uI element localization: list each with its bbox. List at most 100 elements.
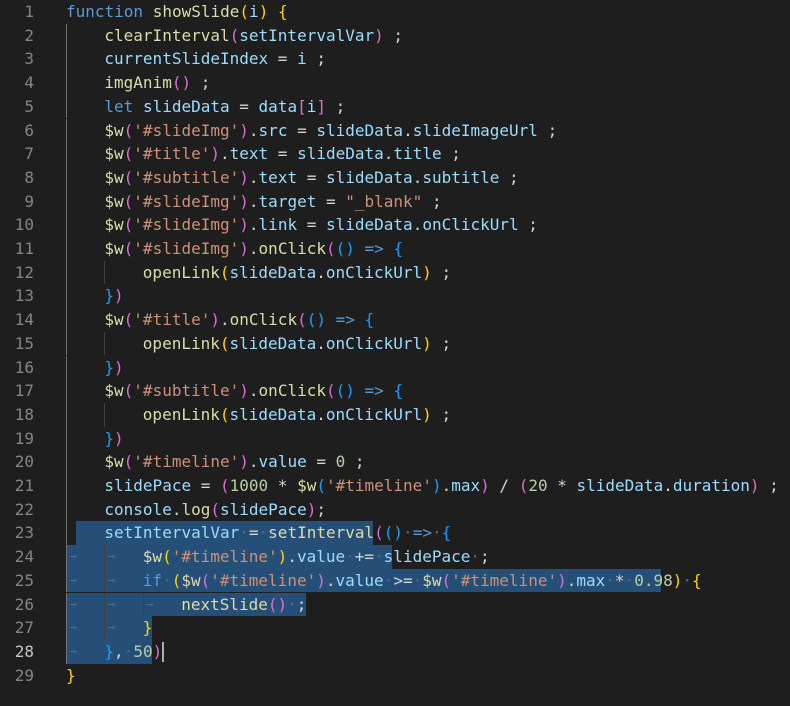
tab-whitespace-icon: →: [69, 572, 77, 588]
code-line[interactable]: 17 $w('#subtitle').onClick(() => {: [0, 379, 790, 403]
code-line[interactable]: 21 slidePace = (1000 * $w('#timeline').ma…: [0, 474, 790, 498]
code-line[interactable]: 5 let slideData = data[i] ;: [0, 94, 790, 119]
code-token: onClickUrl: [325, 262, 423, 282]
code-line[interactable]: 18 openLink(slideData.onClickUrl) ;: [0, 402, 790, 427]
code-token: ·: [682, 570, 693, 590]
code-line[interactable]: 12 openLink(slideData.onClickUrl) ;: [0, 260, 790, 285]
code-line[interactable]: 22 console.log(slidePace);: [0, 497, 790, 522]
code-text: openLink(slideData.onClickUrl) ;: [143, 332, 451, 356]
code-line[interactable]: 9 $w('#slideImg').target = "_blank" ;: [0, 189, 790, 214]
code-token: ·: [374, 547, 384, 567]
code-line[interactable]: 27 → →}: [0, 616, 790, 640]
code-token: slideData: [325, 215, 413, 235]
line-number: 20: [14, 452, 34, 472]
line-number: 5: [24, 96, 34, 116]
code-token: .: [248, 215, 259, 235]
code-token: ;: [759, 476, 779, 495]
code-line[interactable]: 16}): [0, 355, 790, 380]
code-line[interactable]: 15 openLink(slideData.onClickUrl) ;: [0, 331, 790, 356]
code-text: slidePace = (1000 * $w('#timeline').max)…: [104, 474, 778, 498]
code-token: $w: [422, 570, 442, 590]
code-line[interactable]: 19}): [0, 426, 790, 451]
code-token: slideData: [142, 96, 230, 116]
code-token: onClick: [229, 310, 298, 330]
code-token: $w: [181, 570, 201, 590]
code-token: ): [258, 2, 269, 21]
code-token: '#timeline': [210, 570, 317, 590]
tab-whitespace-icon: →: [69, 549, 77, 565]
code-token: data: [258, 96, 298, 116]
code-line[interactable]: 23 setIntervalVar·=·setInterval(()·=>·{: [0, 521, 790, 546]
code-editor[interactable]: 1 function showSlide(i) {2 clearInterval(s…: [0, 0, 790, 706]
code-text: openLink(slideData.onClickUrl) ;: [143, 261, 451, 285]
code-token: value: [335, 570, 384, 590]
code-token: ·: [162, 570, 172, 590]
code-line[interactable]: 1 function showSlide(i) {: [0, 0, 790, 24]
code-token: (: [200, 570, 211, 590]
code-token: =: [287, 120, 317, 140]
code-token: function: [66, 2, 144, 21]
line-number: 19: [14, 428, 34, 448]
code-line[interactable]: 14 $w('#title').onClick(() => {: [0, 308, 790, 332]
code-token: setInterval: [268, 523, 375, 543]
code-line[interactable]: 11 $w('#slideImg').onClick(() => {: [0, 237, 790, 261]
code-line[interactable]: 6 $w('#slideImg').src = slideData.slideIm…: [0, 118, 790, 143]
code-text: }): [104, 356, 123, 380]
code-token: ): [239, 120, 249, 140]
code-token: ): [480, 476, 490, 495]
code-token: (): [171, 73, 192, 93]
indent-guide: [66, 639, 67, 664]
code-token: 50: [133, 641, 153, 661]
code-line[interactable]: 25 → → if·($w('#timeline').value·>=·$w('#ti…: [0, 568, 790, 593]
code-token: onClickUrl: [325, 404, 423, 424]
code-token: slideData: [576, 476, 664, 495]
code-token: (: [123, 310, 134, 330]
indent-guide: [66, 213, 67, 237]
code-line[interactable]: 7 $w('#title').text = slideData.title ;: [0, 142, 790, 166]
code-text: },·50): [104, 640, 162, 664]
code-token: ·: [431, 523, 442, 543]
code-token: log: [181, 499, 211, 519]
code-token: =: [268, 144, 298, 164]
code-token: ·: [123, 641, 134, 661]
code-token: ): [374, 25, 384, 45]
code-line[interactable]: 4 imgAnim() ;: [0, 71, 790, 95]
code-text: $w('#subtitle').text = slideData.subtitl…: [104, 166, 518, 190]
code-line[interactable]: 20 $w('#timeline').value = 0 ;: [0, 450, 790, 474]
code-text: function showSlide(i) {: [66, 0, 288, 24]
code-line[interactable]: 10 $w('#slideImg').link = slideData.onCli…: [0, 213, 790, 237]
code-token: {: [692, 570, 702, 590]
code-token: (: [219, 333, 230, 353]
code-token: ;: [306, 49, 326, 69]
code-token: =>: [364, 381, 384, 401]
code-line[interactable]: 24 → → $w('#timeline').value·+=·slidePace·;: [0, 545, 790, 569]
code-token: duration: [672, 476, 750, 495]
code-line[interactable]: 26 → → → nextSlide()·;: [0, 592, 790, 617]
code-token: ;: [480, 547, 490, 567]
code-token: $w: [104, 215, 124, 235]
indent-guide: [66, 379, 67, 403]
code-line[interactable]: 28 →},·50): [0, 639, 790, 664]
code-token: (: [220, 476, 230, 495]
code-line[interactable]: 13}): [0, 284, 790, 309]
code-text: setIntervalVar·=·setInterval(()·=>·{: [104, 521, 451, 545]
code-token: ·: [258, 523, 269, 543]
code-token: ): [306, 499, 317, 519]
code-line[interactable]: 8 $w('#subtitle').text = slideData.subtit…: [0, 165, 790, 190]
code-line[interactable]: 29}: [0, 664, 790, 688]
code-token: {: [393, 239, 404, 258]
indent-guide: [66, 47, 67, 72]
code-token: openLink: [142, 333, 220, 353]
code-token: (: [210, 499, 221, 519]
tab-whitespace-icon: →: [69, 596, 77, 612]
code-token: =: [297, 215, 326, 235]
code-line[interactable]: 3 currentSlideIndex = i ;: [0, 47, 790, 72]
code-token: slideData: [297, 144, 384, 164]
code-line[interactable]: 2 clearInterval(setIntervalVar) ;: [0, 23, 790, 48]
code-token: 20: [528, 476, 548, 495]
code-token: (: [123, 239, 134, 258]
